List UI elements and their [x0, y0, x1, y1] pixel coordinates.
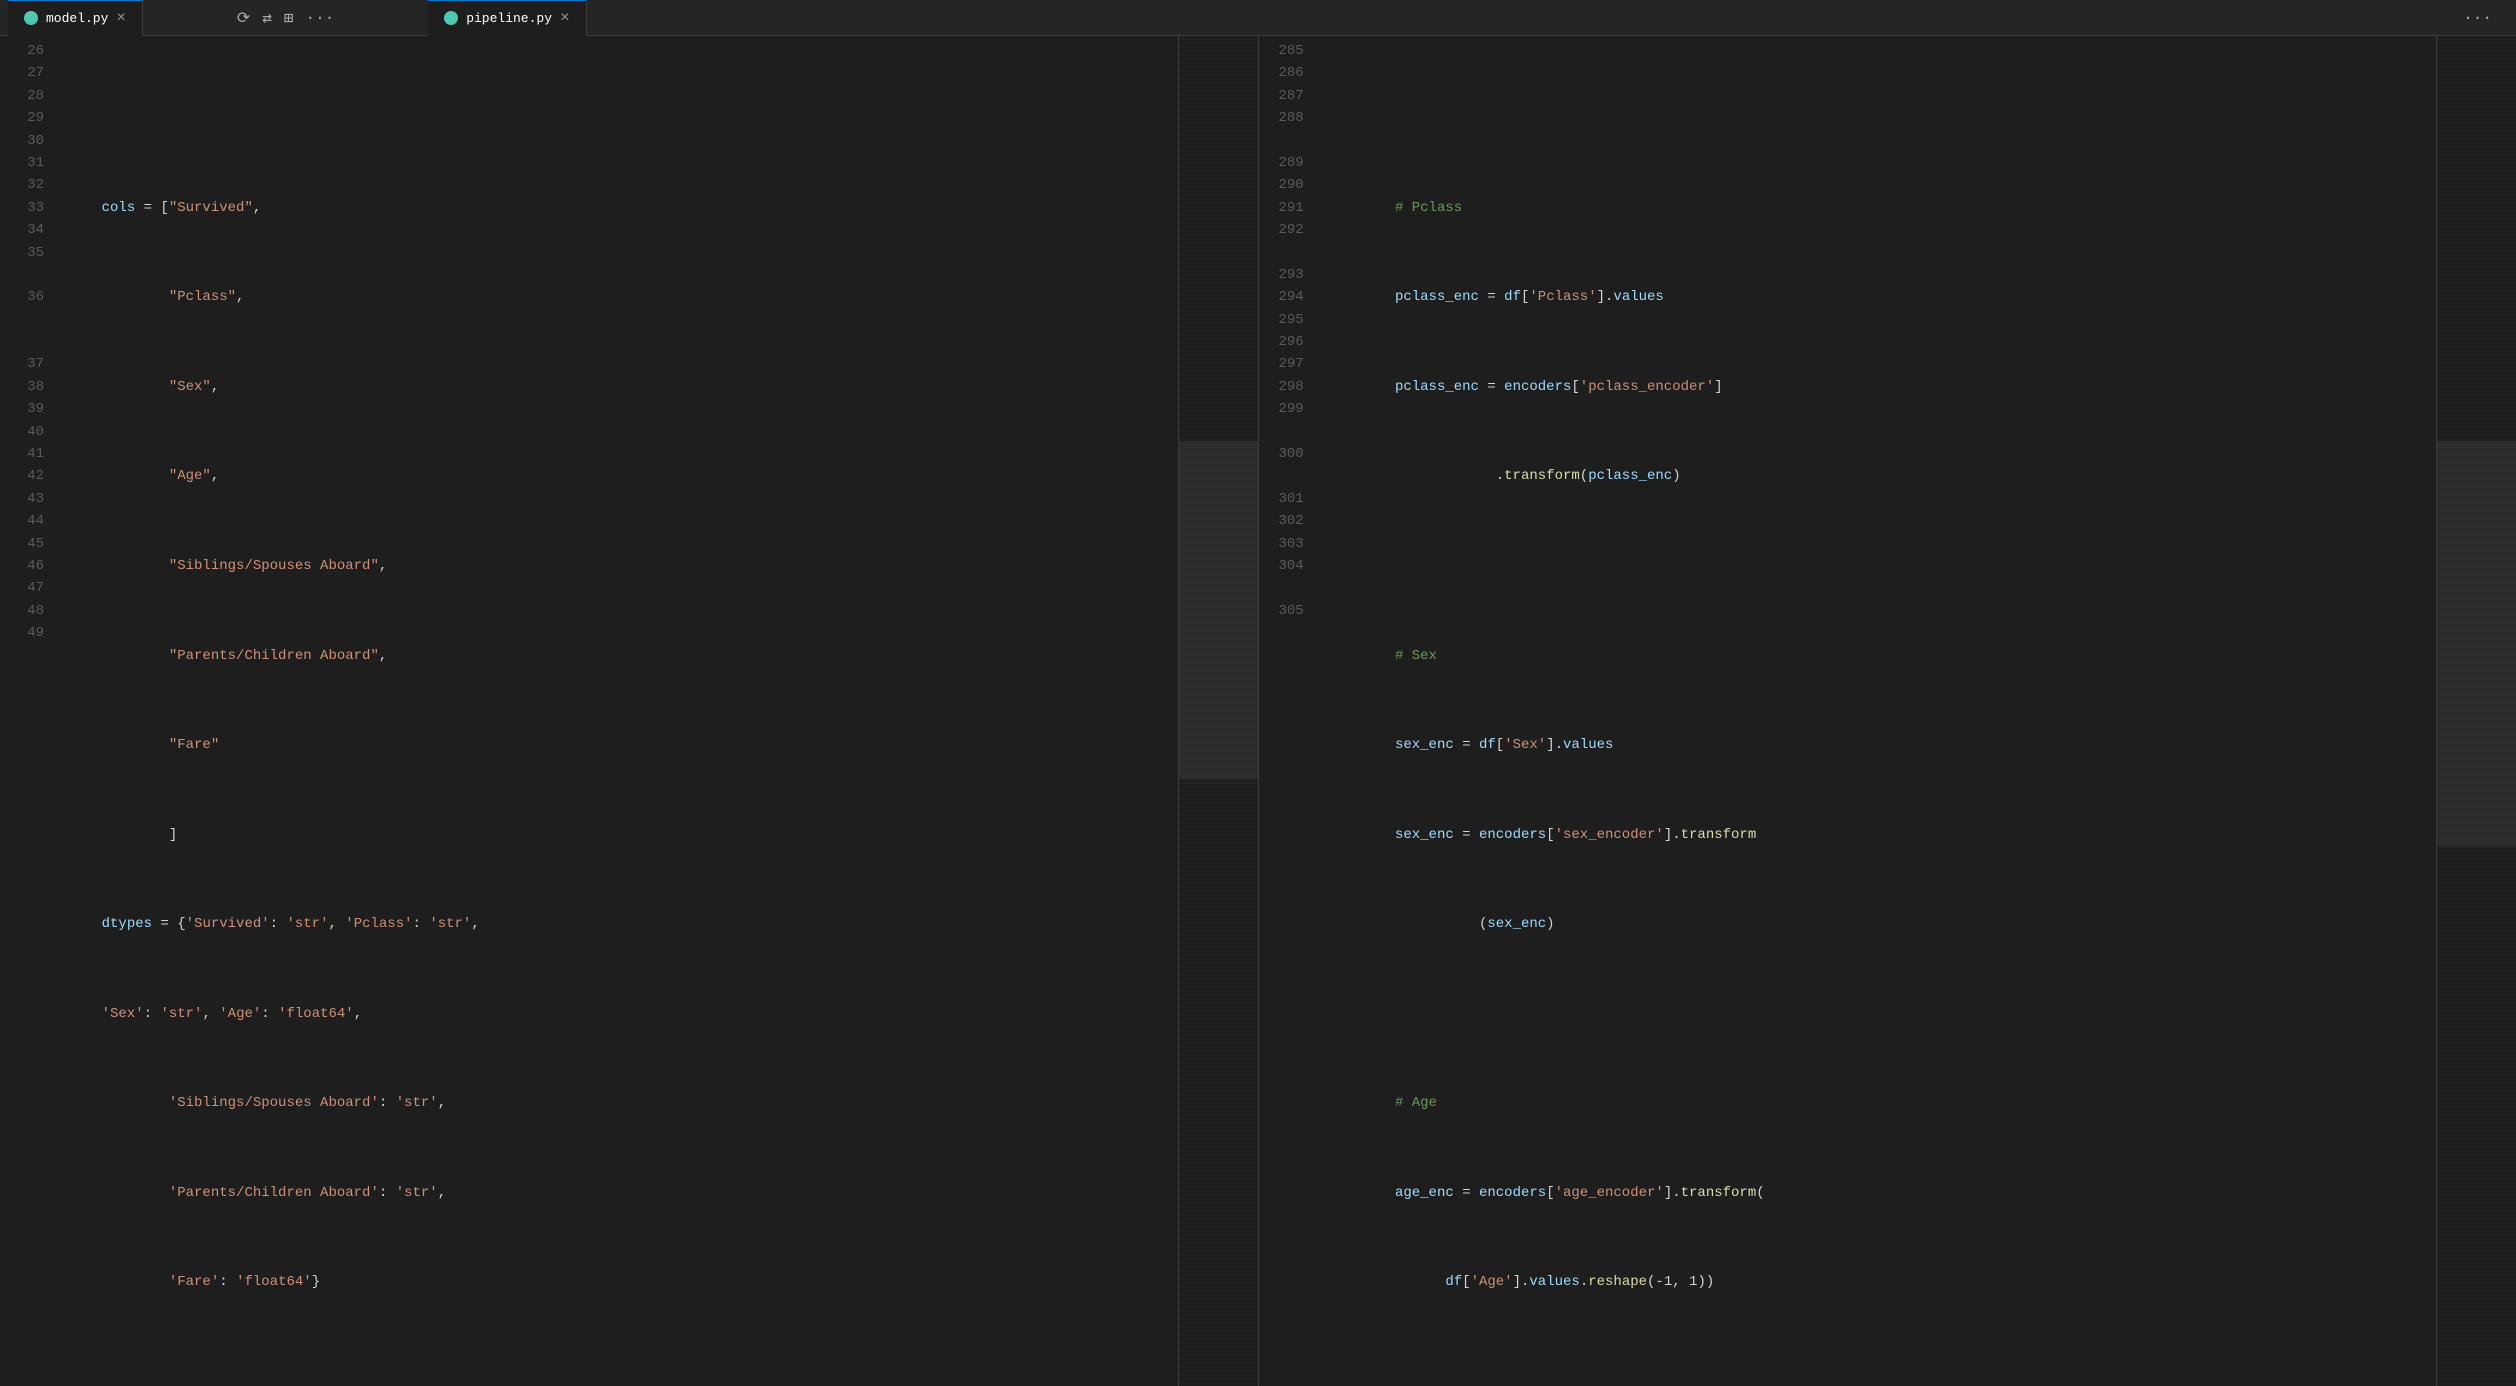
tab-label-right: pipeline.py [466, 11, 552, 26]
code-line: sex_enc = df['Sex'].values [1320, 734, 2436, 756]
code-line [1320, 1003, 2436, 1025]
code-content-right[interactable]: # Pclass pclass_enc = df['Pclass'].value… [1320, 36, 2436, 1386]
code-content-left[interactable]: cols = ["Survived", "Pclass", "Sex", [60, 36, 1178, 1386]
editor-pane-right[interactable]: 285 286 287 288 289 290 291 292 293 294 … [1258, 36, 2516, 1386]
code-line: sex_enc = encoders['sex_encoder'].transf… [1320, 824, 2436, 846]
tab-pipeline-py[interactable]: pipeline.py × [428, 0, 586, 36]
code-line [60, 1361, 1178, 1383]
more-options-right-icon[interactable]: ··· [2463, 9, 2492, 27]
close-tab-right[interactable]: × [560, 10, 570, 26]
split-editor-icon[interactable]: ⊞ [284, 8, 294, 28]
code-line: "Pclass", [60, 286, 1178, 308]
editor-container: model.py × ⟳ ⇄ ⊞ ··· pipeline.py × ··· [0, 0, 2516, 1386]
code-line [60, 107, 1178, 129]
close-tab-left[interactable]: × [116, 10, 126, 26]
more-options-icon[interactable]: ··· [306, 9, 335, 27]
code-line: pclass_enc = encoders['pclass_encoder'] [1320, 376, 2436, 398]
code-line [1320, 555, 2436, 577]
tab-bar: model.py × ⟳ ⇄ ⊞ ··· pipeline.py × ··· [0, 0, 2516, 36]
source-control-icon[interactable]: ⟳ [237, 8, 250, 28]
tab-label-left: model.py [46, 11, 108, 26]
python-icon-right [444, 11, 458, 25]
code-line: 'Siblings/Spouses Aboard': 'str', [60, 1092, 1178, 1114]
tab-model-py[interactable]: model.py × [8, 0, 143, 36]
line-numbers-left: 26 27 28 29 30 31 32 33 34 35 36 37 38 [0, 36, 60, 1386]
code-line: 'Fare': 'float64'} [60, 1271, 1178, 1293]
minimap-left[interactable] [1178, 36, 1258, 1386]
minimap-right[interactable] [2436, 36, 2516, 1386]
toolbar-icons: ⟳ ⇄ ⊞ ··· [237, 8, 335, 28]
code-line: df['Age'].values.reshape(-1, 1)) [1320, 1271, 2436, 1293]
code-line: "Parents/Children Aboard", [60, 645, 1178, 667]
code-line: # Sex [1320, 645, 2436, 667]
code-line: "Siblings/Spouses Aboard", [60, 555, 1178, 577]
code-line: ] [60, 824, 1178, 846]
python-icon-left [24, 11, 38, 25]
split-editor: 26 27 28 29 30 31 32 33 34 35 36 37 38 [0, 36, 2516, 1386]
code-line: # Age [1320, 1092, 2436, 1114]
code-line: dtypes = {'Survived': 'str', 'Pclass': '… [60, 913, 1178, 935]
code-line: # Pclass [1320, 197, 2436, 219]
code-line: "Age", [60, 465, 1178, 487]
code-line [1320, 1361, 2436, 1383]
code-line: "Sex", [60, 376, 1178, 398]
code-line: 'Parents/Children Aboard': 'str', [60, 1182, 1178, 1204]
git-compare-icon[interactable]: ⇄ [262, 8, 272, 28]
code-line: (sex_enc) [1320, 913, 2436, 935]
code-line: pclass_enc = df['Pclass'].values [1320, 286, 2436, 308]
code-line: 'Sex': 'str', 'Age': 'float64', [60, 1003, 1178, 1025]
code-line: .transform(pclass_enc) [1320, 465, 2436, 487]
code-line: age_enc = encoders['age_encoder'].transf… [1320, 1182, 2436, 1204]
code-line [1320, 107, 2436, 129]
line-numbers-right: 285 286 287 288 289 290 291 292 293 294 … [1259, 36, 1320, 1386]
code-line: "Fare" [60, 734, 1178, 756]
code-line: cols = ["Survived", [60, 197, 1178, 219]
editor-pane-left[interactable]: 26 27 28 29 30 31 32 33 34 35 36 37 38 [0, 36, 1258, 1386]
